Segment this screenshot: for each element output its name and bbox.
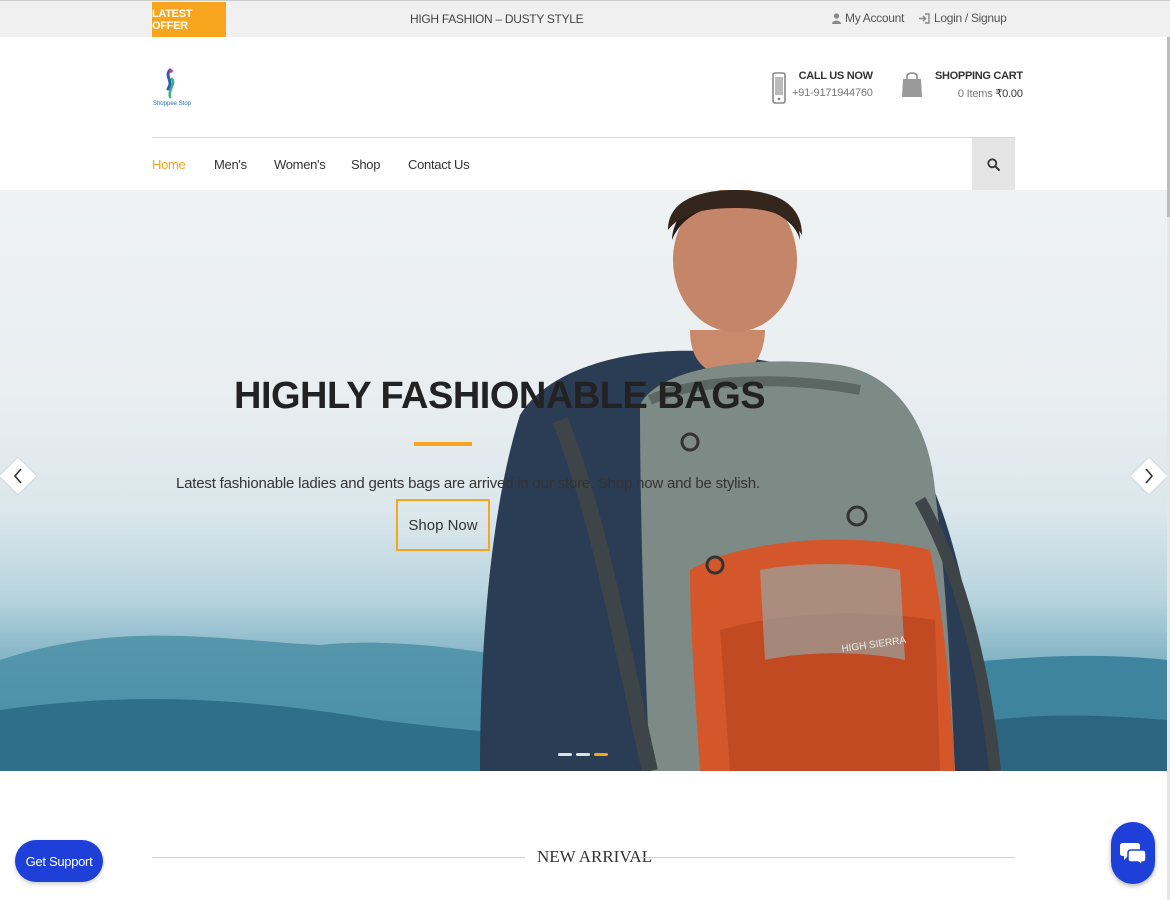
nav-item-womens[interactable]: Women's — [274, 157, 326, 172]
site-header: Shoppee Stop CALL US NOW +91-9171944760 … — [0, 37, 1170, 137]
hero-title: HIGHLY FASHIONABLE BAGS — [234, 375, 766, 417]
hero-description: Latest fashionable ladies and gents bags… — [176, 475, 760, 492]
login-signup-link[interactable]: Login / Signup — [918, 11, 1007, 25]
chat-button[interactable] — [1111, 822, 1155, 884]
phone-number: +91-9171944760 — [792, 87, 873, 99]
shopping-cart-block[interactable]: SHOPPING CART 0 Items ₹0.00 — [901, 70, 1023, 100]
tagline: HIGH FASHION – DUSTY STYLE — [410, 12, 584, 26]
divider — [640, 857, 1015, 858]
cart-total: ₹0.00 — [995, 88, 1023, 100]
login-signup-label: Login / Signup — [934, 11, 1007, 25]
nav-item-contact-us[interactable]: Contact Us — [408, 157, 470, 172]
logo-text: Shoppee Stop — [152, 101, 192, 107]
my-account-label: My Account — [845, 11, 905, 25]
slider-dot[interactable] — [558, 753, 572, 756]
cart-item-count: 0 Items — [957, 88, 993, 100]
search-icon — [987, 157, 1000, 171]
shopping-cart-title: SHOPPING CART — [935, 70, 1023, 82]
chevron-right-icon — [1145, 468, 1154, 484]
call-us-title: CALL US NOW — [798, 70, 873, 82]
main-nav: Home Men's Women's Shop Contact Us — [152, 137, 1015, 190]
slider-prev-button[interactable] — [0, 455, 37, 497]
nav-item-shop[interactable]: Shop — [351, 157, 380, 172]
top-bar: LATEST OFFER HIGH FASHION – DUSTY STYLE … — [0, 0, 1170, 37]
slider-next-button[interactable] — [1130, 455, 1167, 497]
logo-mark — [166, 68, 175, 99]
title-underline — [414, 442, 472, 446]
chevron-left-icon — [13, 468, 22, 484]
logo[interactable]: Shoppee Stop — [150, 67, 194, 113]
phone-icon — [772, 72, 786, 104]
chat-bubbles-icon — [1120, 843, 1147, 866]
slider-dot[interactable] — [576, 753, 590, 756]
latest-offer-badge[interactable]: LATEST OFFER — [152, 2, 226, 37]
new-arrival-header: NEW ARRIVAL — [152, 846, 1015, 868]
section-title: NEW ARRIVAL — [537, 847, 653, 866]
nav-item-mens[interactable]: Men's — [214, 157, 247, 172]
shopping-bag-icon — [902, 72, 922, 97]
my-account-link[interactable]: My Account — [832, 11, 904, 25]
shop-now-button[interactable]: Shop Now — [396, 499, 490, 551]
nav-item-home[interactable]: Home — [152, 157, 186, 172]
user-icon — [832, 12, 841, 24]
search-button[interactable] — [972, 138, 1015, 190]
hero-slider: HIGH SIERRA HIGHLY FASHIONABLE BAGS Late… — [0, 190, 1167, 771]
slider-dot-active[interactable] — [594, 753, 608, 756]
get-support-button[interactable]: Get Support — [15, 840, 103, 882]
call-us-block[interactable]: CALL US NOW +91-9171944760 — [772, 70, 873, 104]
sign-in-icon — [919, 12, 930, 24]
divider — [152, 857, 525, 858]
page: LATEST OFFER HIGH FASHION – DUSTY STYLE … — [0, 0, 1170, 900]
slider-dots — [558, 753, 608, 756]
